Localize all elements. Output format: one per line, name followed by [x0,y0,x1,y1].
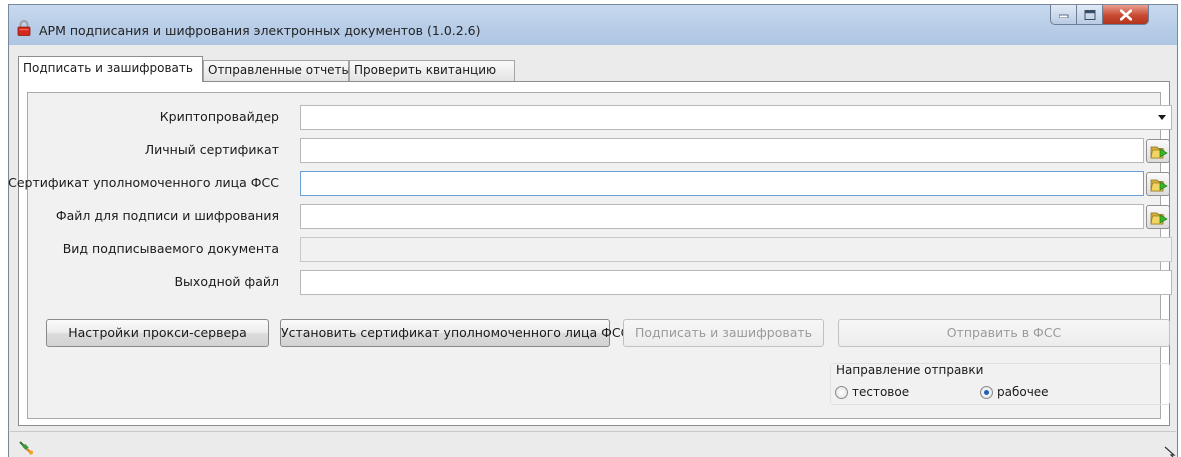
document-type-label: Вид подписываемого документа [62,241,279,256]
send-fss-button[interactable]: Отправить в ФСС [838,319,1170,347]
sign-encrypt-button[interactable]: Подписать и зашифровать [623,319,824,347]
close-button[interactable] [1103,5,1149,25]
crypto-provider-select[interactable] [300,105,1172,130]
cursor-icon [1164,446,1176,457]
document-type-input [301,238,1171,261]
output-file-input[interactable] [301,271,1171,294]
document-type-field [300,237,1172,262]
fss-certificate-input[interactable] [301,172,1143,195]
minimize-icon [1058,14,1068,18]
personal-certificate-field[interactable] [300,138,1144,163]
browse-input-file-button[interactable] [1146,205,1170,229]
browse-fss-certificate-button[interactable] [1146,172,1170,196]
tab-panel: Криптопровайдер Личный сертификат Сертиф… [8,81,1172,426]
personal-certificate-input[interactable] [301,139,1143,162]
personal-certificate-label: Личный сертификат [144,142,279,157]
status-bar [10,431,1176,457]
output-file-field[interactable] [300,270,1172,295]
chevron-down-icon[interactable] [1158,115,1166,120]
folder-icon [1150,179,1168,192]
folder-icon [1150,212,1168,225]
lock-icon [17,20,31,36]
tab-sent-reports[interactable]: Отправленные отчеты [203,60,351,81]
radio-test-label: тестовое [852,385,910,399]
install-fss-certificate-button[interactable]: Установить сертификат уполномоченного ли… [280,319,629,347]
tab-check-receipt[interactable]: Проверить квитанцию [349,60,515,81]
window-title: АРМ подписания и шифрования электронных … [39,23,481,38]
tab-sign-encrypt[interactable]: Подписать и зашифровать [18,56,203,82]
maximize-button[interactable] [1077,5,1103,25]
window-client: Подписать и зашифровать Отправленные отч… [8,45,1176,457]
send-direction-title: Направление отправки [836,363,984,377]
minimize-button[interactable] [1050,5,1077,25]
radio-production-indicator[interactable] [980,386,993,399]
app-window: АРМ подписания и шифрования электронных … [8,4,1178,457]
plug-status-icon [19,441,33,455]
radio-production-label: рабочее [997,385,1049,399]
fss-certificate-field[interactable] [300,171,1144,196]
folder-icon [1150,146,1168,159]
radio-test-indicator[interactable] [835,386,848,399]
send-direction-group: Направление отправки тестовое рабочее [830,363,1170,405]
close-icon [1119,9,1132,20]
crypto-provider-value[interactable] [301,106,1171,129]
input-file-field[interactable] [300,204,1144,229]
maximize-icon [1084,9,1095,20]
fss-certificate-label: Сертификат уполномоченного лица ФСС [8,175,279,190]
proxy-settings-button[interactable]: Настройки прокси-сервера [46,319,269,347]
output-file-label: Выходной файл [174,274,279,289]
title-bar[interactable]: АРМ подписания и шифрования электронных … [9,5,1177,45]
input-file-label: Файл для подписи и шифрования [55,208,279,223]
input-file-input[interactable] [301,205,1143,228]
form-area: Криптопровайдер Личный сертификат Сертиф… [8,92,1172,419]
crypto-provider-label: Криптопровайдер [159,109,279,124]
browse-personal-certificate-button[interactable] [1146,139,1170,163]
